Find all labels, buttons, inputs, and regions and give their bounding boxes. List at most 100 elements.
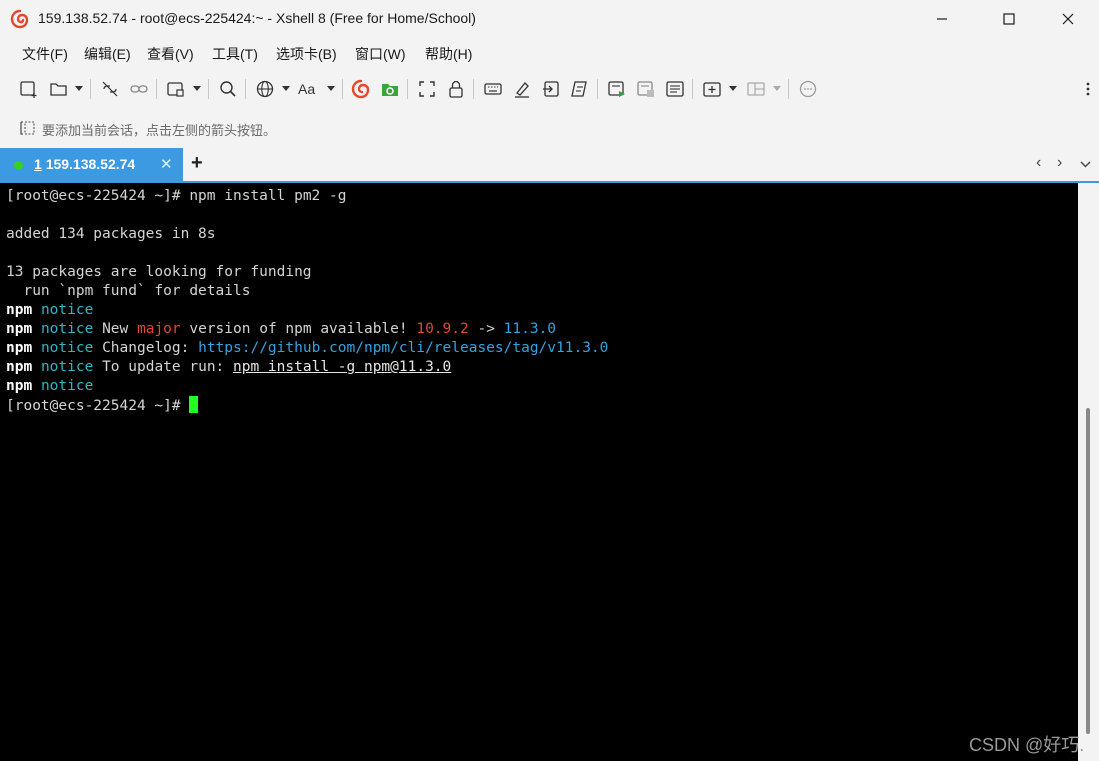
- chat-button[interactable]: [797, 78, 819, 100]
- terminal-scrollbar[interactable]: [1078, 183, 1099, 761]
- menu-tools[interactable]: 工具(T): [212, 44, 258, 64]
- new-window-dropdown[interactable]: [192, 81, 202, 95]
- watermark: CSDN @好巧.: [969, 735, 1085, 755]
- npm-label: npm: [6, 321, 33, 337]
- update-label: To update run:: [102, 359, 234, 375]
- toolbar-separator: [692, 79, 693, 99]
- tab-next-icon[interactable]: ›: [1057, 154, 1062, 172]
- quick-commands-button[interactable]: [664, 78, 686, 100]
- npm-label: npm: [6, 378, 33, 394]
- maximize-icon: [1003, 13, 1015, 25]
- transfer-button[interactable]: [540, 78, 562, 100]
- xftp-icon: [382, 84, 398, 96]
- toolbar-separator: [788, 79, 789, 99]
- font-button[interactable]: Aa: [298, 78, 320, 100]
- compose-pane-button[interactable]: [635, 78, 657, 100]
- major-text: major: [136, 321, 181, 337]
- caret-down-icon: [327, 85, 335, 91]
- new-window-button[interactable]: [165, 78, 187, 100]
- caret-down-icon: [282, 85, 290, 91]
- add-session-arrow-icon[interactable]: [18, 119, 36, 137]
- encoding-dropdown[interactable]: [281, 81, 291, 95]
- tab-group-dropdown[interactable]: [728, 81, 738, 95]
- layout-button[interactable]: [745, 78, 767, 100]
- highlight-icon: [515, 82, 529, 98]
- transfer-icon: [543, 81, 559, 97]
- menu-file[interactable]: 文件(F): [22, 44, 68, 64]
- terminal-line: added 134 packages in 8s: [6, 226, 216, 242]
- tab-close-icon[interactable]: ✕: [160, 155, 173, 173]
- tab-prev-icon[interactable]: ‹: [1036, 154, 1041, 172]
- new-tab-group-icon: [703, 82, 721, 97]
- script-button[interactable]: [568, 78, 590, 100]
- chat-icon: [799, 80, 817, 98]
- terminal-line: npm notice New major version of npm avai…: [6, 320, 556, 339]
- xftp-button[interactable]: [379, 78, 401, 100]
- reconnect-button[interactable]: [128, 78, 150, 100]
- notice-label: notice: [40, 302, 94, 318]
- tab-host: 159.138.52.74: [45, 156, 136, 172]
- quick-commands-icon: [666, 81, 684, 97]
- tab-list-chevron-icon[interactable]: [1080, 161, 1091, 168]
- new-window-icon: [167, 82, 184, 97]
- notice-label: notice: [40, 378, 94, 394]
- encoding-button[interactable]: [254, 78, 276, 100]
- add-tab-icon[interactable]: +: [191, 152, 203, 175]
- disconnect-icon: [102, 81, 118, 97]
- scrollbar-thumb[interactable]: [1086, 408, 1090, 734]
- terminal-line: [root@ecs-225424 ~]# npm install pm2 -g: [6, 187, 346, 206]
- compose-pane-icon: [637, 81, 654, 97]
- maximize-button[interactable]: [986, 0, 1032, 38]
- menu-help[interactable]: 帮助(H): [425, 44, 472, 64]
- notice-label: notice: [40, 321, 94, 337]
- terminal-line: npm notice: [6, 377, 93, 396]
- terminal[interactable]: [root@ecs-225424 ~]# npm install pm2 -g …: [0, 183, 1078, 761]
- compose-bar-button[interactable]: [606, 78, 628, 100]
- arrow-text: ->: [468, 321, 504, 337]
- script-icon: [571, 81, 587, 97]
- new-tab-group-button[interactable]: [701, 78, 723, 100]
- find-button[interactable]: [217, 78, 239, 100]
- new-session-button[interactable]: [18, 78, 40, 100]
- terminal-line: 13 packages are looking for funding: [6, 264, 312, 280]
- tab-bar: 1 159.138.52.74 ✕ + ‹ ›: [0, 148, 1099, 183]
- toolbar-separator: [245, 79, 246, 99]
- caret-down-icon: [729, 85, 737, 91]
- changelog-link[interactable]: https://github.com/npm/cli/releases/tag/…: [198, 340, 608, 356]
- layout-dropdown[interactable]: [772, 81, 782, 95]
- tab-session-1[interactable]: 1 159.138.52.74 ✕: [0, 148, 183, 181]
- menu-tabs[interactable]: 选项卡(B): [276, 44, 337, 64]
- open-session-button[interactable]: [48, 78, 70, 100]
- highlight-button[interactable]: [511, 78, 533, 100]
- address-hint: 要添加当前会话，点击左侧的箭头按钮。: [42, 123, 277, 138]
- menu-window[interactable]: 窗口(W): [355, 44, 406, 64]
- menu-bar: 文件(F) 编辑(E) 查看(V) 工具(T) 选项卡(B) 窗口(W) 帮助(…: [0, 38, 1099, 70]
- notice-label: notice: [40, 359, 94, 375]
- disconnect-button[interactable]: [99, 78, 121, 100]
- close-icon: [1062, 13, 1074, 25]
- fullscreen-button[interactable]: [416, 78, 438, 100]
- terminal-line: [root@ecs-225424 ~]#: [6, 396, 199, 415]
- xshell-button[interactable]: [350, 78, 372, 100]
- font-dropdown[interactable]: [326, 81, 336, 95]
- menu-edit[interactable]: 编辑(E): [84, 44, 131, 64]
- command: npm install pm2 -g: [189, 188, 347, 204]
- menu-view[interactable]: 查看(V): [147, 44, 194, 64]
- fullscreen-icon: [419, 81, 435, 97]
- lock-button[interactable]: [445, 78, 467, 100]
- new-session-icon: [20, 81, 37, 98]
- minimize-button[interactable]: [919, 0, 965, 38]
- keyboard-button[interactable]: [482, 78, 504, 100]
- toolbar-separator: [342, 79, 343, 99]
- more-options-button[interactable]: [1080, 78, 1096, 100]
- open-dropdown[interactable]: [74, 81, 84, 95]
- close-button[interactable]: [1045, 0, 1091, 38]
- update-command: npm install -g npm@11.3.0: [233, 359, 452, 375]
- globe-icon: [256, 80, 274, 98]
- version-text: version of npm available!: [180, 321, 417, 337]
- toolbar-separator: [473, 79, 474, 99]
- caret-down-icon: [193, 85, 201, 91]
- more-vertical-icon: [1086, 82, 1090, 96]
- title-bar: 159.138.52.74 - root@ecs-225424:~ - Xshe…: [0, 0, 1099, 38]
- tab-label: 1 159.138.52.74: [34, 156, 135, 172]
